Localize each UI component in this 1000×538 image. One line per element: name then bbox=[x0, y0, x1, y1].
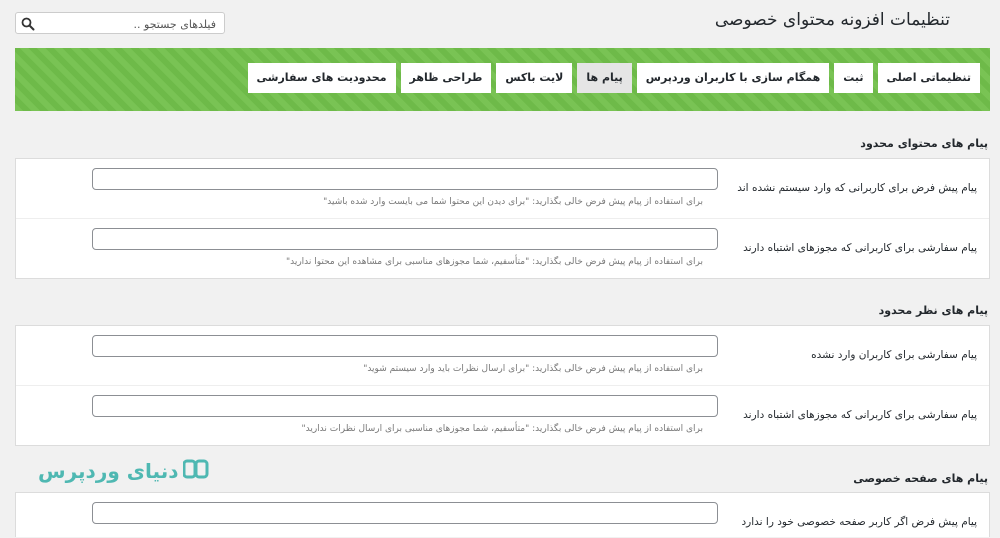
field-label: پیام سفارشی برای کاربرانی که مجوزهای اشت… bbox=[743, 409, 977, 421]
settings-row: پیام سفارشی برای کاربرانی که مجوزهای اشت… bbox=[16, 219, 989, 278]
message-input[interactable] bbox=[92, 502, 718, 524]
message-input[interactable] bbox=[92, 168, 718, 190]
message-input[interactable] bbox=[92, 335, 718, 357]
field-hint: برای استفاده از پیام پیش فرض خالی بگذاری… bbox=[363, 364, 703, 374]
settings-tabs: تنظیماتی اصلی ثبت همگام سازی با کاربران … bbox=[247, 63, 980, 93]
field-hint: برای استفاده از پیام پیش فرض خالی بگذاری… bbox=[285, 257, 703, 267]
field-label: پیام سفارشی برای کاربرانی که مجوزهای اشت… bbox=[743, 242, 977, 254]
section-private-page: پیام پیش فرض اگر کاربر صفحه خصوصی خود را… bbox=[15, 492, 990, 537]
wp-dunya-logo-icon bbox=[182, 458, 209, 484]
tab-main-settings[interactable]: تنظیماتی اصلی bbox=[877, 63, 980, 93]
field-hint: برای استفاده از پیام پیش فرض خالی بگذاری… bbox=[301, 424, 703, 434]
section-title: پیام های محتوای محدود bbox=[860, 137, 988, 150]
watermark-text: دنیای وردپرس bbox=[38, 459, 179, 483]
search-icon[interactable] bbox=[20, 16, 36, 32]
watermark-logo: دنیای وردپرس bbox=[38, 458, 209, 484]
settings-row: پیام سفارشی برای کاربرانی که مجوزهای اشت… bbox=[16, 386, 989, 445]
tab-appearance[interactable]: طراحی ظاهر bbox=[400, 63, 492, 93]
search-input[interactable] bbox=[34, 13, 218, 35]
tab-messages[interactable]: پیام ها bbox=[577, 63, 632, 93]
settings-row: پیام پیش فرض برای کاربرانی که وارد سیستم… bbox=[16, 159, 989, 219]
section-title: پیام های صفحه خصوصی bbox=[853, 472, 988, 485]
field-label: پیام سفارشی برای کاربران وارد نشده bbox=[811, 349, 977, 361]
field-hint: برای استفاده از پیام پیش فرض خالی بگذاری… bbox=[323, 197, 703, 207]
tab-wp-user-sync[interactable]: همگام سازی با کاربران وردپرس bbox=[636, 63, 830, 93]
message-input[interactable] bbox=[92, 228, 718, 250]
tab-lightbox[interactable]: لایت باکس bbox=[496, 63, 573, 93]
settings-row: پیام سفارشی برای کاربران وارد نشده برای … bbox=[16, 326, 989, 386]
page-title: تنظیمات افزونه محتوای خصوصی bbox=[714, 10, 950, 30]
search-box bbox=[15, 12, 225, 35]
field-label: پیام پیش فرض اگر کاربر صفحه خصوصی خود را… bbox=[741, 516, 977, 528]
section-restricted-comments: پیام سفارشی برای کاربران وارد نشده برای … bbox=[15, 325, 990, 446]
settings-row: پیام پیش فرض اگر کاربر صفحه خصوصی خود را… bbox=[16, 493, 989, 538]
tab-register[interactable]: ثبت bbox=[834, 63, 873, 93]
section-title: پیام های نظر محدود bbox=[878, 304, 988, 317]
message-input[interactable] bbox=[92, 395, 718, 417]
settings-banner: تنظیماتی اصلی ثبت همگام سازی با کاربران … bbox=[15, 48, 990, 111]
field-label: پیام پیش فرض برای کاربرانی که وارد سیستم… bbox=[737, 182, 977, 194]
tab-custom-restrictions[interactable]: محدودیت های سفارشی bbox=[247, 63, 396, 93]
section-restricted-content: پیام پیش فرض برای کاربرانی که وارد سیستم… bbox=[15, 158, 990, 279]
